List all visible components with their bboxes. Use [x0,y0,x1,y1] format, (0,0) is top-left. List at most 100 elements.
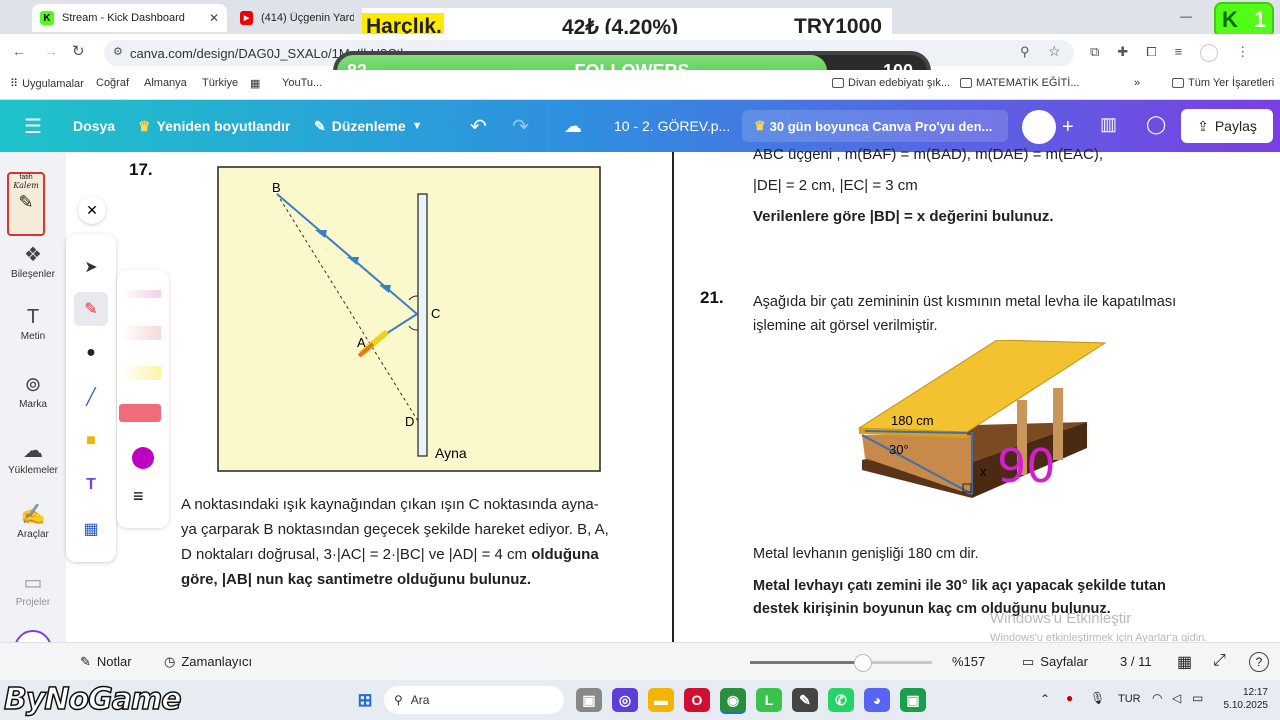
bookmark-apps[interactable]: ⠿ Uygulamalar [10,77,84,91]
puzzle-icon[interactable]: ⧠ [1146,44,1156,64]
help-button[interactable]: ? [1249,652,1269,672]
wifi-icon[interactable]: ◠ [1152,691,1162,705]
tab-kick-dashboard[interactable]: K Stream - Kick Dashboard ✕ [32,4,227,32]
sticky-note-icon[interactable]: ■ [74,424,108,458]
bookmark-divan[interactable]: Divan edebiyatı şık... [832,77,950,89]
bookmark-grid[interactable]: ▦ [250,77,260,90]
volume-icon[interactable]: ◁ [1172,691,1181,705]
line-tool-icon[interactable]: ╱ [74,380,108,414]
color-picker[interactable] [132,447,154,469]
redo-icon[interactable]: ↷ [512,100,529,152]
menu-icon[interactable]: ⋮ [1236,44,1249,64]
language-indicator[interactable]: TUR [1118,693,1141,705]
cloud-saved-icon[interactable]: ☁ [564,100,582,152]
back-icon[interactable]: ← [12,43,26,59]
upload-cloud-icon: ☁ [23,440,43,462]
zoom-level[interactable]: %157 [952,654,985,669]
file-menu[interactable]: Dosya [73,100,115,152]
pages-button[interactable]: ▭ Sayfalar [1022,654,1088,670]
kalem-tool-button[interactable]: fatih Kalem ✎ [7,172,45,236]
obs-app-icon[interactable]: ▣ [900,688,926,712]
marker-swatch[interactable] [121,326,161,340]
reload-icon[interactable]: ↻ [72,42,85,60]
chrome-icon[interactable]: ◉ [720,688,746,712]
opera-icon[interactable]: O [684,688,710,712]
bookmark-almanya[interactable]: Almanya [144,77,187,89]
line-app-icon[interactable]: L [756,688,782,712]
rail-text[interactable]: T Metin [0,306,66,342]
tab-close-icon[interactable]: ✕ [209,11,219,25]
tab-youtube[interactable]: ▶ (414) Üçgenin Yardımcı [232,4,362,32]
highlighter-swatch[interactable] [121,366,161,380]
site-info-icon[interactable]: ⚙ [113,45,123,58]
bookmark-matematik[interactable]: MATEMATİK EĞİTİ... [960,77,1080,89]
bookmark-cografya[interactable]: Coğraf [96,77,129,89]
resize-button[interactable]: ♛ Yeniden boyutlandır [138,100,290,152]
rail-brand[interactable]: ⊚ Marka [0,372,66,410]
menu-icon[interactable]: ☰ [24,100,42,152]
bookmark-star-icon[interactable]: ☆ [1048,43,1061,60]
design-title[interactable]: 10 - 2. GÖREV.p... [614,100,730,152]
text-line: D noktaları doğrusal, 3·|AC| = 2·|BC| ve… [181,542,641,567]
bookmark-label: YouTu... [282,77,323,89]
pen-app-icon[interactable]: ✎ [792,688,818,712]
canva-bottom-bar: ✎ Notlar ◷ Zamanlayıcı %157 ▭ Sayfalar 3 / … [0,642,1280,680]
task-view-icon[interactable]: ▣ [576,688,602,712]
zoom-slider-handle[interactable] [853,654,872,672]
close-draw-button[interactable]: ✕ [78,196,106,224]
battery-icon[interactable]: ▭ [1192,691,1203,705]
zoom-slider[interactable] [750,654,932,672]
user-avatar[interactable] [1022,110,1056,144]
rail-projects[interactable]: ▭ Projeler [0,570,66,608]
brand-icon: ⊚ [24,374,42,396]
fullscreen-icon[interactable]: ⤢ [1213,652,1226,670]
extension-icon[interactable]: ⧉ [1090,44,1099,64]
pro-trial-button[interactable]: ♛ 30 gün boyunca Canva Pro'yu den... [742,110,1008,142]
tray-app-icon[interactable]: ● [1066,691,1073,705]
pen-thin-swatch[interactable] [121,290,161,298]
forward-icon[interactable]: → [44,43,58,59]
pen-tool-icon[interactable]: ✎ [74,292,108,326]
rail-elements[interactable]: ❖ Bileşenler [0,242,66,280]
select-arrow-icon[interactable]: ➤ [74,250,108,284]
app-icon[interactable]: ◎ [612,688,638,712]
stroke-weight-icon[interactable]: ≡ [133,486,144,507]
shapes-icon[interactable]: ● [74,336,108,370]
undo-icon[interactable]: ↶ [470,100,487,152]
whatsapp-icon[interactable]: ✆ [828,688,854,712]
eraser-swatch[interactable] [119,404,161,422]
rail-uploads[interactable]: ☁ Yüklemeler [0,438,66,476]
text-tool-icon[interactable]: T [74,468,108,502]
label-c: C [431,306,440,321]
bookmark-turkiye[interactable]: Türkiye [202,77,238,89]
minimize-button[interactable]: — [1180,9,1192,23]
file-explorer-icon[interactable]: ▬ [648,688,674,712]
bookmark-label: Divan edebiyatı şık... [848,77,951,89]
insights-icon[interactable]: ▥ [1100,114,1117,135]
bookmark-all[interactable]: Tüm Yer İşaretleri [1172,77,1274,89]
profile-avatar[interactable] [1200,44,1219,62]
bookmark-youtube[interactable]: YouTu... [282,77,322,89]
tab-title: (414) Üçgenin Yardımcı [261,12,354,24]
grid-view-icon[interactable]: ▦ [1177,652,1192,672]
zoom-icon[interactable]: ⚲ [1020,44,1030,60]
notes-button[interactable]: ✎ Notlar [80,654,132,670]
share-button[interactable]: ⇪ Paylaş [1181,109,1273,143]
clock[interactable]: 12:17 5.10.2025 [1216,686,1269,712]
add-collaborator-icon[interactable]: + [1062,116,1074,139]
tray-chevron-icon[interactable]: ⌃ [1040,692,1050,706]
timer-button[interactable]: ◷ Zamanlayıcı [164,654,252,670]
discord-icon[interactable]: ◕ [864,688,890,712]
windows-start-icon[interactable]: ⊞ [352,688,378,712]
bookmarks-more[interactable]: » [1134,77,1140,89]
rail-tools[interactable]: ✍ Araçlar [0,502,66,540]
comments-icon[interactable]: ◯ [1146,114,1166,135]
extension-icon[interactable]: ✚ [1117,44,1128,64]
mic-icon[interactable]: 🎙 [1090,691,1105,705]
table-tool-icon[interactable]: ▦ [74,512,108,546]
edit-mode-button[interactable]: ✎ Düzenleme ▼ [314,100,423,152]
text-bold-segment: olduğuna [531,546,599,563]
taskbar-search[interactable]: ⚲ Ara [384,686,564,714]
media-icon[interactable]: ≡ [1175,44,1183,64]
text-line: göre, |AB| nun kaç santimetre olduğunu b… [181,571,532,588]
